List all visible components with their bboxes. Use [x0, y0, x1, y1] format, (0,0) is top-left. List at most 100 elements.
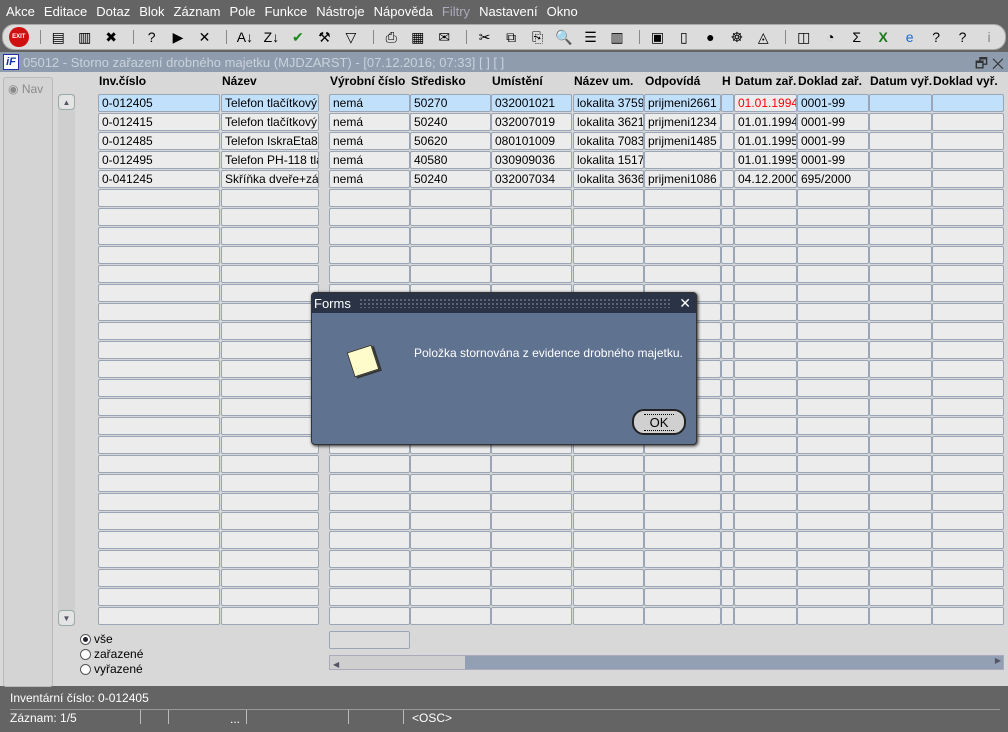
table-cell[interactable]	[491, 208, 572, 226]
table-cell[interactable]	[932, 436, 1004, 454]
table-cell[interactable]	[573, 607, 644, 625]
table-cell[interactable]	[221, 569, 319, 587]
table-cell[interactable]	[221, 474, 319, 492]
copy-icon[interactable]: ⧉	[500, 27, 521, 47]
table-cell[interactable]	[869, 379, 932, 397]
table-cell[interactable]	[573, 474, 644, 492]
print-icon[interactable]: ⎙	[381, 27, 402, 47]
table-cell[interactable]	[644, 531, 721, 549]
table-cell[interactable]	[329, 265, 410, 283]
table-cell[interactable]	[932, 588, 1004, 606]
table-cell[interactable]	[869, 550, 932, 568]
summary-field[interactable]	[329, 631, 410, 649]
table-cell[interactable]	[491, 474, 572, 492]
table-cell[interactable]	[491, 569, 572, 587]
table-cell[interactable]	[932, 379, 1004, 397]
scroll-thumb[interactable]: ◀	[330, 656, 465, 669]
table-cell[interactable]	[410, 588, 491, 606]
table-cell[interactable]	[869, 398, 932, 416]
table-cell[interactable]	[573, 512, 644, 530]
menu-akce[interactable]: Akce	[6, 4, 35, 19]
table-cell[interactable]	[797, 189, 869, 207]
table-cell[interactable]: nemá	[329, 94, 410, 112]
table-cell[interactable]	[734, 569, 797, 587]
table-cell[interactable]	[932, 493, 1004, 511]
table-cell[interactable]	[734, 227, 797, 245]
table-cell[interactable]	[932, 227, 1004, 245]
table-cell[interactable]: 0-012405	[98, 94, 220, 112]
table-cell[interactable]	[869, 569, 932, 587]
eye-icon[interactable]: ◬	[753, 27, 774, 47]
zoom-icon[interactable]: 🔍	[553, 27, 574, 47]
table-cell[interactable]: 032007019	[491, 113, 572, 131]
table-cell[interactable]	[721, 132, 734, 150]
excel-icon[interactable]: X	[872, 27, 893, 47]
table-cell[interactable]	[932, 531, 1004, 549]
radio-icon[interactable]	[80, 663, 91, 675]
menu-nápověda[interactable]: Nápověda	[374, 4, 433, 19]
table-cell[interactable]	[721, 227, 734, 245]
filter-icon[interactable]: ▽	[340, 27, 361, 47]
table-cell[interactable]	[869, 341, 932, 359]
table-cell[interactable]	[491, 227, 572, 245]
column-header[interactable]: H	[722, 74, 731, 88]
column-header[interactable]: Název	[222, 74, 257, 88]
table-cell[interactable]	[221, 303, 319, 321]
column-header[interactable]: Doklad vyř.	[933, 74, 998, 88]
table-cell[interactable]	[644, 246, 721, 264]
table-cell[interactable]	[98, 284, 220, 302]
table-cell[interactable]	[869, 512, 932, 530]
table-cell[interactable]	[721, 436, 734, 454]
scroll-left-icon[interactable]: ◀	[330, 660, 339, 669]
table-cell[interactable]	[221, 189, 319, 207]
table-cell[interactable]	[329, 227, 410, 245]
table-cell[interactable]	[98, 341, 220, 359]
table-cell[interactable]	[932, 284, 1004, 302]
table-cell[interactable]	[221, 379, 319, 397]
table-cell[interactable]: lokalita 3621	[573, 113, 644, 131]
table-cell[interactable]	[721, 417, 734, 435]
exit-icon[interactable]: EXIT	[9, 27, 29, 47]
menu-pole[interactable]: Pole	[230, 4, 256, 19]
table-cell[interactable]	[869, 531, 932, 549]
table-cell[interactable]	[573, 588, 644, 606]
table-cell[interactable]: 0001-99	[797, 132, 869, 150]
table-cell[interactable]	[221, 417, 319, 435]
table-cell[interactable]	[721, 379, 734, 397]
menu-editace[interactable]: Editace	[44, 4, 87, 19]
table-cell[interactable]: nemá	[329, 151, 410, 169]
table-cell[interactable]	[221, 284, 319, 302]
table-cell[interactable]	[869, 189, 932, 207]
table-cell[interactable]	[734, 360, 797, 378]
table-cell[interactable]	[734, 341, 797, 359]
table-cell[interactable]	[721, 322, 734, 340]
globe-icon[interactable]: ●	[700, 27, 721, 47]
horizontal-scrollbar[interactable]: ◀ ▶	[329, 655, 1004, 670]
table-cell[interactable]	[797, 569, 869, 587]
table-cell[interactable]	[329, 569, 410, 587]
table-cell[interactable]	[644, 588, 721, 606]
table-cell[interactable]	[721, 341, 734, 359]
table-cell[interactable]	[721, 170, 734, 188]
table-cell[interactable]: nemá	[329, 113, 410, 131]
table-cell[interactable]	[410, 246, 491, 264]
table-cell[interactable]	[98, 360, 220, 378]
table-cell[interactable]	[932, 607, 1004, 625]
table-cell[interactable]	[644, 493, 721, 511]
filter-radio-0[interactable]: vše	[80, 632, 113, 646]
table-cell[interactable]	[98, 493, 220, 511]
table-cell[interactable]	[98, 474, 220, 492]
table-cell[interactable]	[491, 512, 572, 530]
info-icon[interactable]: i	[978, 27, 999, 47]
ok-button[interactable]: OK	[632, 409, 686, 435]
table-cell[interactable]: Skříňka dveře+zásu	[221, 170, 319, 188]
table-cell[interactable]	[644, 151, 721, 169]
table-cell[interactable]	[98, 588, 220, 606]
table-cell[interactable]	[797, 398, 869, 416]
table-cell[interactable]: lokalita 1517	[573, 151, 644, 169]
table-cell[interactable]	[329, 512, 410, 530]
table-cell[interactable]	[410, 493, 491, 511]
table-cell[interactable]	[869, 493, 932, 511]
table-cell[interactable]: lokalita 3759	[573, 94, 644, 112]
table-cell[interactable]	[221, 265, 319, 283]
